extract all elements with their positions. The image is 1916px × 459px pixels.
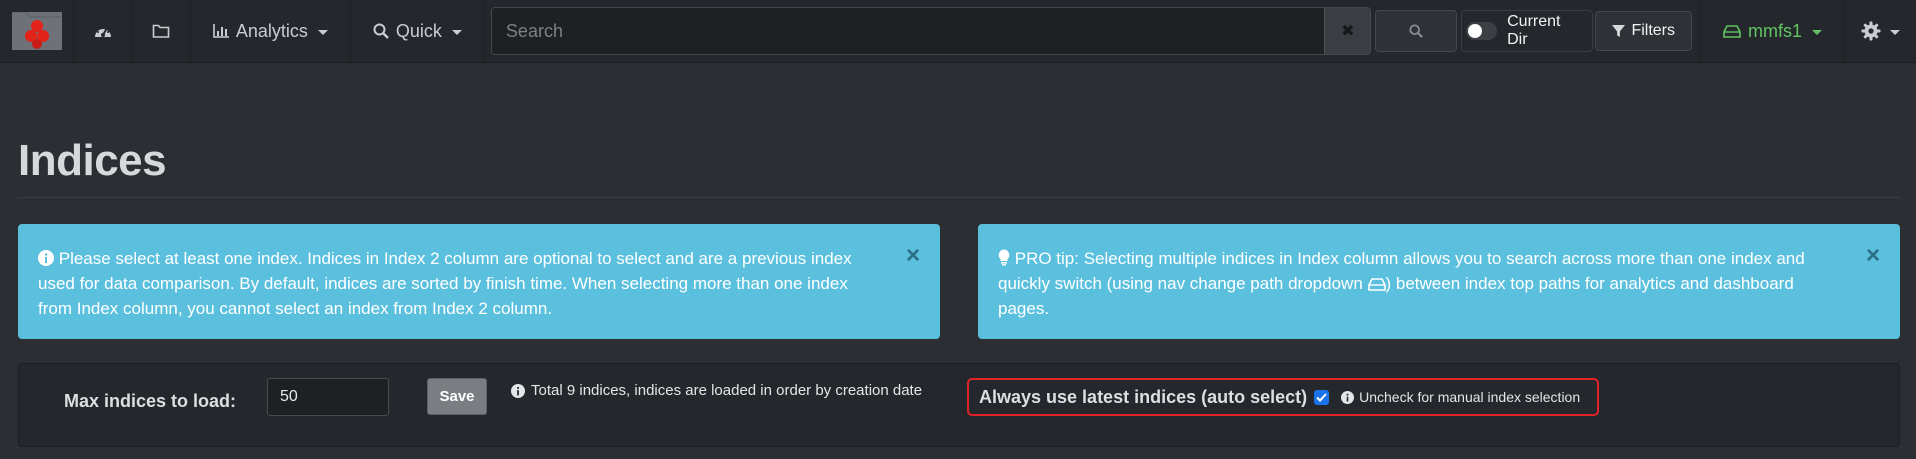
auto-select-hint: Uncheck for manual index selection [1341, 389, 1580, 405]
chevron-down-icon [451, 29, 462, 35]
max-indices-label: Max indices to load: [64, 391, 237, 411]
current-dir-toggle[interactable] [1465, 22, 1498, 40]
checkmark-icon [1316, 392, 1327, 402]
filter-icon [1612, 24, 1626, 37]
chevron-down-icon [1811, 29, 1822, 35]
auto-select-label: Always use latest indices (auto select) [979, 386, 1308, 407]
index-settings-panel: Max indices to load: Save Total 9 indice… [18, 363, 1900, 447]
top-navbar: Analytics Quick ✖ Current Dir Filters [0, 0, 1916, 63]
search-input[interactable] [491, 8, 1325, 54]
total-indices-text: Total 9 indices, indices are loaded in o… [531, 382, 923, 399]
logo-icon [11, 11, 62, 50]
auto-select-checkbox[interactable] [1314, 389, 1330, 405]
auto-select-highlight: Always use latest indices (auto select) … [967, 378, 1599, 416]
chevron-down-icon [317, 29, 328, 35]
total-indices-info: Total 9 indices, indices are loaded in o… [511, 382, 922, 399]
folder-icon [152, 24, 170, 38]
info-icon [38, 250, 54, 266]
chevron-down-icon [1889, 29, 1900, 35]
bar-chart-icon [213, 24, 229, 38]
dashboard-icon [94, 27, 111, 37]
analytics-menu-label: Analytics [235, 20, 308, 41]
index-path-label: mmfs1 [1747, 20, 1802, 41]
tip-alert: PRO tip: Selecting multiple indices in I… [978, 224, 1900, 339]
search-icon [1409, 24, 1423, 38]
search-bar: ✖ [490, 7, 1372, 55]
search-icon [373, 23, 389, 39]
quick-menu-label: Quick [395, 20, 442, 41]
index-path-dropdown[interactable]: mmfs1 [1701, 0, 1844, 63]
hdd-icon [1723, 24, 1741, 38]
save-button[interactable]: Save [427, 378, 487, 415]
search-submit-button[interactable] [1375, 10, 1457, 52]
info-alert-close-button[interactable]: × [906, 244, 920, 268]
analytics-menu[interactable]: Analytics [191, 0, 350, 63]
filters-button[interactable]: Filters [1595, 11, 1692, 51]
gear-icon [1861, 21, 1881, 41]
page-title: Indices [18, 136, 167, 185]
tip-alert-close-button[interactable]: × [1866, 244, 1880, 268]
search-clear-button[interactable]: ✖ [1324, 8, 1371, 54]
auto-select-hint-text: Uncheck for manual index selection [1359, 389, 1581, 405]
dashboard-nav-button[interactable] [74, 0, 131, 63]
app-logo[interactable] [0, 0, 73, 63]
filters-label: Filters [1631, 22, 1675, 39]
settings-menu[interactable] [1845, 0, 1916, 63]
info-icon [511, 383, 525, 398]
quick-search-menu[interactable]: Quick [351, 0, 484, 63]
info-alert-text: Please select at least one index. Indice… [38, 249, 852, 318]
current-dir-label: Current Dir [1507, 13, 1561, 48]
lightbulb-icon [998, 249, 1010, 266]
file-browser-nav-button[interactable] [133, 0, 190, 63]
hdd-icon [1367, 278, 1386, 291]
nav-divider [483, 0, 485, 63]
current-dir-toggle-group: Current Dir [1460, 10, 1594, 52]
info-alert: Please select at least one index. Indice… [18, 224, 940, 339]
title-divider [18, 197, 1900, 198]
max-indices-input[interactable] [267, 378, 389, 416]
info-icon [1341, 390, 1355, 404]
close-icon: ✖ [1341, 23, 1355, 40]
